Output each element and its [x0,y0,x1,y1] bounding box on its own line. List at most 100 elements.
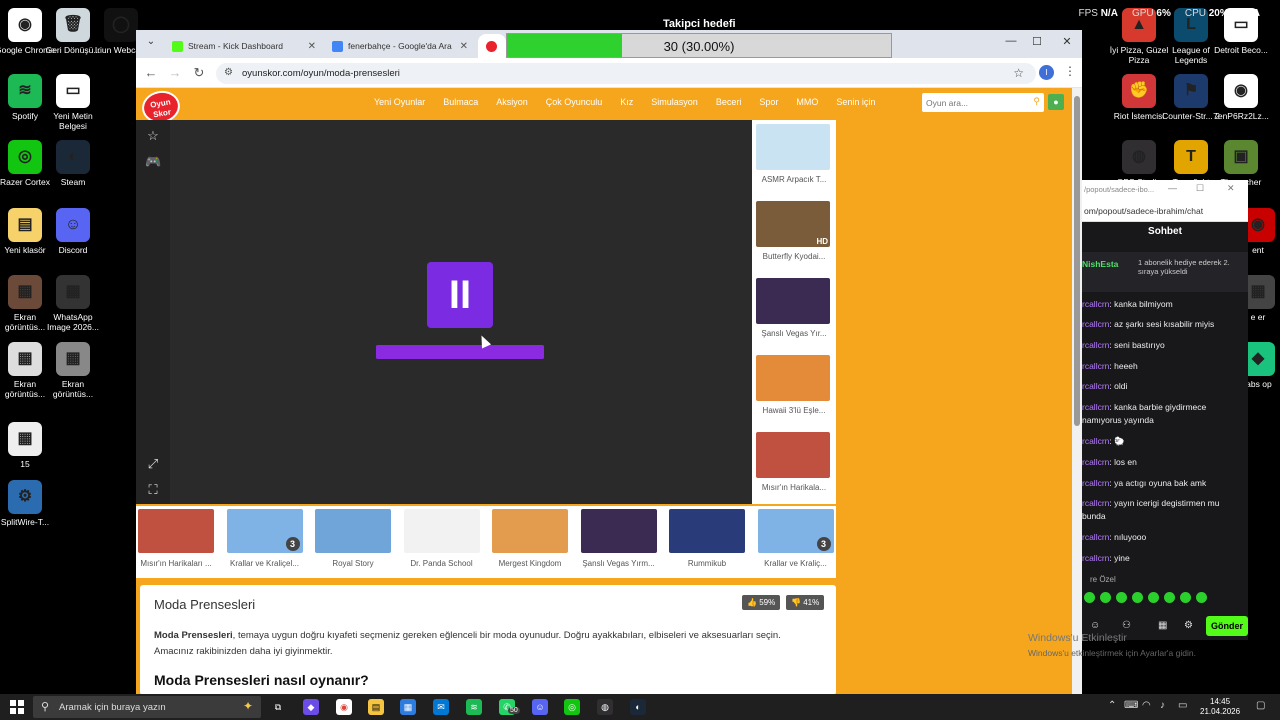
close-icon[interactable]: ✕ [460,41,468,52]
outlook-icon[interactable]: ✉ [433,699,449,715]
users-icon[interactable]: ⚇ [1122,620,1131,631]
chrome-icon[interactable]: ◉ [336,699,352,715]
emote-icon[interactable] [1148,592,1159,603]
recommended-game[interactable]: HD Butterfly Kyodai... [756,201,832,275]
nav-link[interactable]: Kız [620,97,633,107]
game-area[interactable]: ☆ 🎮 ⤢ ⛶ II [136,120,752,504]
chat-username[interactable]: rcallcrn [1082,340,1109,350]
close-window-icon[interactable]: ✕ [1058,35,1076,48]
store-icon[interactable]: ▦ [400,699,416,715]
nav-link[interactable]: Senin için [836,97,875,107]
desktop-icon[interactable]: ▦ 15 [0,422,56,469]
sparkle-icon[interactable]: ✦ [243,699,253,713]
settings-icon[interactable]: ⚙ [1184,620,1193,631]
like-button[interactable]: 👍 59% [742,595,781,610]
favorite-star-icon[interactable]: ☆ [145,128,161,144]
browser-menu-icon[interactable]: ⋮ [1064,64,1076,78]
chat-username[interactable]: rcallcrn [1082,381,1109,391]
tab-kick-dashboard[interactable]: Stream - Kick Dashboard ✕ [164,34,324,58]
fullscreen-icon[interactable]: ⛶ [145,482,161,498]
back-icon[interactable]: ← [143,65,159,81]
notifications-icon[interactable]: ▢ [1256,700,1265,711]
desktop-icon[interactable]: ◉ 7enP6Rz2Lz... [1210,74,1272,121]
maximize-icon[interactable]: ☐ [1028,35,1046,48]
emoji-icon[interactable]: ☺ [1090,620,1100,631]
steam-icon[interactable]: ◐ [630,699,646,715]
close-icon[interactable]: ✕ [1227,183,1235,194]
spotify-icon[interactable]: ≋ [466,699,482,715]
chat-username[interactable]: rcallcrn [1082,436,1109,446]
more-game[interactable]: 3 Krallar ve Kraliç... [757,509,835,575]
scrollbar-thumb[interactable] [1074,96,1080,426]
minimize-icon[interactable]: — [1002,35,1020,47]
tray-chevron-icon[interactable]: ⌃ [1108,700,1116,711]
user-icon[interactable]: ● [1048,94,1064,110]
more-game[interactable]: Rummikub [668,509,746,575]
tab-google-search[interactable]: fenerbahçe - Google'da Ara ✕ [324,34,476,58]
chat-username[interactable]: rcallcrn [1082,402,1109,412]
razer-icon[interactable]: ◎ [564,699,580,715]
bookmark-star-icon[interactable]: ☆ [1013,66,1024,80]
taskbar-search[interactable]: ⚲ Aramak için buraya yazın ✦ [33,696,261,718]
task-view-icon[interactable]: ⧉ [270,699,286,715]
reload-icon[interactable]: ↻ [191,65,207,81]
network-icon[interactable]: ⌨ [1124,700,1138,711]
recommended-game[interactable]: Mısır'ın Harikala... [756,432,832,506]
site-info-icon[interactable]: ⚙ [224,67,233,78]
store-icon[interactable]: ▦ [1158,620,1167,631]
more-game[interactable]: Şanslı Vegas Yırm... [580,509,658,575]
chat-username[interactable]: rcallcrn [1082,319,1109,329]
desktop-icon[interactable]: ▦ WhatsApp Image 2026... [42,275,104,332]
maximize-icon[interactable]: ☐ [1196,183,1204,194]
nav-link[interactable]: Bulmaca [443,97,478,107]
nav-link[interactable]: Aksiyon [496,97,528,107]
gift-username[interactable]: NishEsta [1082,259,1118,269]
discord-icon[interactable]: ☺ [532,699,548,715]
chat-address-bar[interactable]: om/popout/sadece-ibrahim/chat [1082,200,1248,222]
nav-link[interactable]: MMO [796,97,818,107]
nav-link[interactable]: Beceri [716,97,742,107]
file-explorer-icon[interactable]: ▤ [368,699,384,715]
more-game[interactable]: Mergest Kingdom [491,509,569,575]
taskbar-clock[interactable]: 14:45 21.04.2026 [1200,697,1240,717]
desktop-icon[interactable]: ▦ Ekran görüntüs... [42,342,104,399]
chat-username[interactable]: rcallcrn [1082,532,1109,542]
chat-username[interactable]: rcallcrn [1082,361,1109,371]
emote-icon[interactable] [1180,592,1191,603]
more-game[interactable]: 3 Krallar ve Kraliçel... [226,509,304,575]
recommended-game[interactable]: Hawaii 3'lü Eşle... [756,355,832,429]
chat-username[interactable]: rcallcrn [1082,553,1109,563]
dislike-button[interactable]: 👎 41% [786,595,825,610]
obs-icon[interactable]: ◍ [597,699,613,715]
start-windows-icon[interactable] [10,700,24,714]
nav-link[interactable]: Simulasyon [651,97,698,107]
desktop-icon[interactable]: ▭ Yeni Metin Belgesi [42,74,104,131]
gamepad-icon[interactable]: 🎮 [145,154,161,170]
site-search[interactable]: ⚲ [922,93,1044,113]
send-button[interactable]: Gönder [1206,616,1248,636]
desktop-icon[interactable]: ⚙ SplitWire-T... [0,480,56,527]
profile-avatar[interactable]: I [1039,65,1054,80]
emote-icon[interactable] [1132,592,1143,603]
nav-link[interactable]: Çok Oyunculu [546,97,603,107]
forward-icon[interactable]: → [167,65,183,81]
chat-username[interactable]: rcallcrn [1082,299,1109,309]
recommended-game[interactable]: ASMR Arpacık T... [756,124,832,198]
nav-link[interactable]: Yeni Oyunlar [374,97,425,107]
game-search-input[interactable] [922,93,1022,113]
emote-icon[interactable] [1084,592,1095,603]
expand-icon[interactable]: ⤢ [145,456,161,472]
more-game[interactable]: Royal Story [314,509,392,575]
battery-icon[interactable]: ▭ [1178,700,1187,711]
tab-search-icon[interactable]: ⌄ [142,36,160,52]
minimize-icon[interactable]: — [1168,183,1177,193]
copilot-icon[interactable]: ◆ [303,699,319,715]
search-icon[interactable]: ⚲ [1033,96,1040,107]
address-bar[interactable]: ⚙ oyunskor.com/oyun/moda-prensesleri ☆ [216,63,1036,84]
more-game[interactable]: Dr. Panda School [403,509,481,575]
emote-icon[interactable] [1196,592,1207,603]
wifi-icon[interactable]: ◠ [1142,700,1151,711]
chat-username[interactable]: rcallcrn [1082,457,1109,467]
desktop-icon[interactable]: ☺ Discord [42,208,104,255]
nav-link[interactable]: Spor [759,97,778,107]
